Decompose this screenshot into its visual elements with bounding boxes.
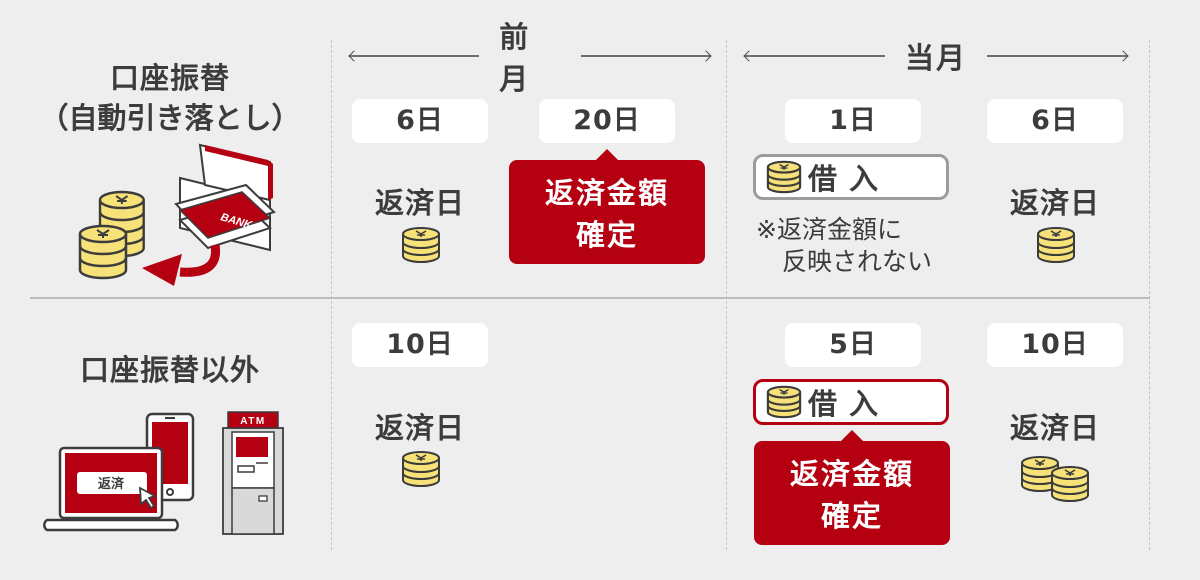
laptop-repay-button-text: 返済 <box>98 476 125 492</box>
callout-line2: 確定 <box>820 499 883 533</box>
arrow-right-icon <box>987 55 1128 57</box>
repayment-day-label: 返済日 <box>374 186 465 220</box>
arrow-left-icon <box>350 55 480 57</box>
note-line2: 反映されない <box>782 247 933 276</box>
callout-line1: 返済金額 <box>544 176 669 210</box>
repayment-day-label: 返済日 <box>374 411 465 445</box>
coin-icon <box>766 160 802 194</box>
day-box: 10日 <box>987 323 1123 367</box>
row-title-auto-debit: 口座振替 （自動引き落とし） <box>0 58 340 138</box>
coin-icon <box>1037 227 1075 263</box>
row-title-line1: 口座振替 <box>109 61 230 95</box>
arrow-right-icon <box>580 55 710 57</box>
repayment-day-label: 返済日 <box>1009 411 1100 445</box>
month-label-previous: 前月 <box>499 20 531 96</box>
divider-month-boundary <box>726 40 727 550</box>
day-box: 6日 <box>352 99 488 143</box>
month-header-current: 当月 <box>745 36 1130 76</box>
month-label-current: 当月 <box>905 41 968 75</box>
day-box: 1日 <box>785 99 921 143</box>
coin-icon <box>402 451 440 487</box>
divider-current-month-end <box>1149 40 1150 550</box>
amount-confirmed-callout: 返済金額 確定 <box>509 149 705 264</box>
repayment-day-label: 返済日 <box>1009 186 1100 220</box>
callout-line2: 確定 <box>575 218 638 252</box>
atm-label: ATM <box>240 416 265 427</box>
row-title-line2: （自動引き落とし） <box>39 101 301 135</box>
day-box: 6日 <box>987 99 1123 143</box>
day-box: 20日 <box>539 99 675 143</box>
day-box: 5日 <box>785 323 921 367</box>
borrowing-label: 借入 <box>808 387 891 421</box>
laptop-smartphone-atm-icon: 返済 ATM <box>43 411 284 535</box>
coin-icon <box>402 227 440 263</box>
arrow-left-icon <box>745 55 885 57</box>
borrowing-label: 借入 <box>808 162 891 196</box>
note-line1: ※返済金額に <box>756 215 902 244</box>
coins-and-bankbook-icon: BANK <box>78 143 276 286</box>
callout-line1: 返済金額 <box>789 457 914 491</box>
borrowing-badge: 借入 <box>753 379 949 425</box>
two-coins-icon <box>1021 456 1089 502</box>
row-title-other-than-auto-debit: 口座振替以外 <box>79 353 260 387</box>
borrowing-badge: 借入 <box>753 154 949 200</box>
row-divider <box>30 297 1150 299</box>
coin-icon <box>766 385 802 419</box>
amount-confirmed-callout: 返済金額 確定 <box>754 430 950 545</box>
month-header-previous: 前月 <box>350 20 710 96</box>
note-not-reflected: ※返済金額に 反映されない <box>756 214 932 278</box>
day-box: 10日 <box>352 323 488 367</box>
